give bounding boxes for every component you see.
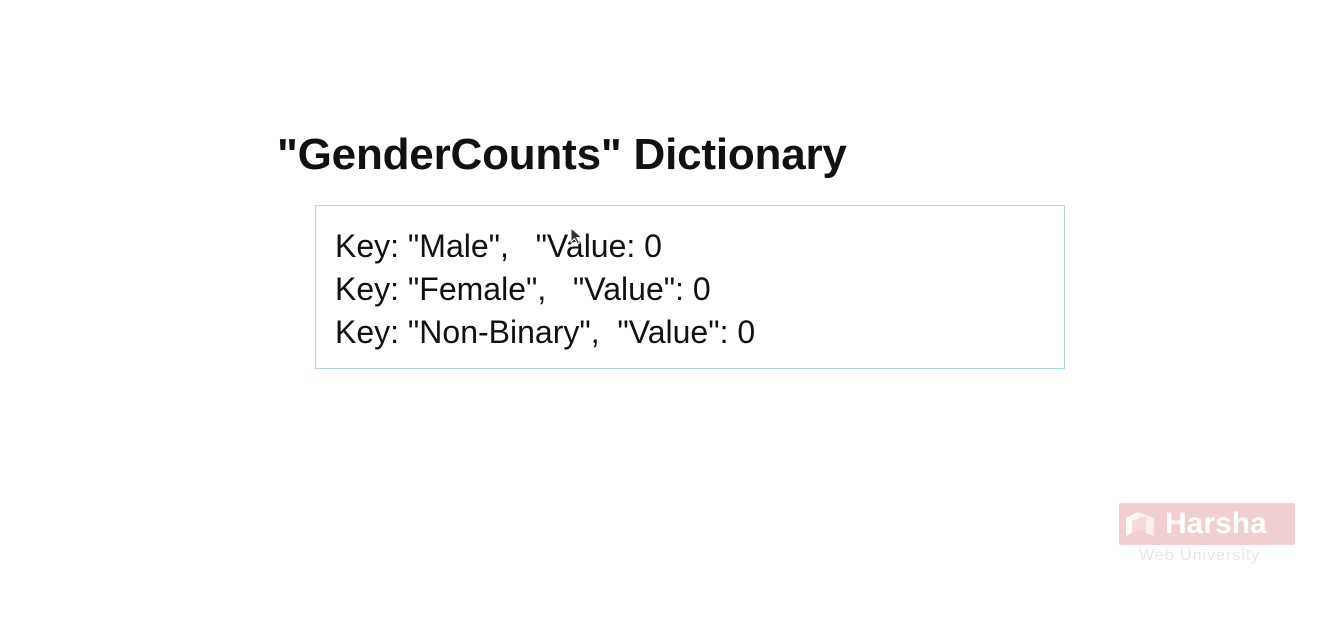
- slide-canvas: "GenderCounts" Dictionary Key: "Male", "…: [0, 0, 1330, 632]
- watermark-subtitle: Web University: [1139, 547, 1261, 564]
- dictionary-box: Key: "Male", "Value: 0 Key: "Female", "V…: [315, 205, 1065, 369]
- harsha-logo-icon: [1126, 512, 1154, 536]
- dictionary-entries: Key: "Male", "Value: 0 Key: "Female", "V…: [335, 225, 755, 354]
- watermark-badge: Harsha: [1119, 503, 1295, 545]
- slide-title: "GenderCounts" Dictionary: [277, 130, 847, 179]
- mouse-pointer-icon: [570, 227, 584, 245]
- watermark-name: Harsha: [1165, 507, 1267, 540]
- dictionary-entry-non-binary: Key: "Non-Binary", "Value": 0: [335, 314, 756, 350]
- dictionary-entry-male: Key: "Male", "Value: 0: [335, 228, 662, 264]
- watermark: Harsha Web University: [1119, 503, 1295, 567]
- dictionary-entry-female: Key: "Female", "Value": 0: [335, 271, 711, 307]
